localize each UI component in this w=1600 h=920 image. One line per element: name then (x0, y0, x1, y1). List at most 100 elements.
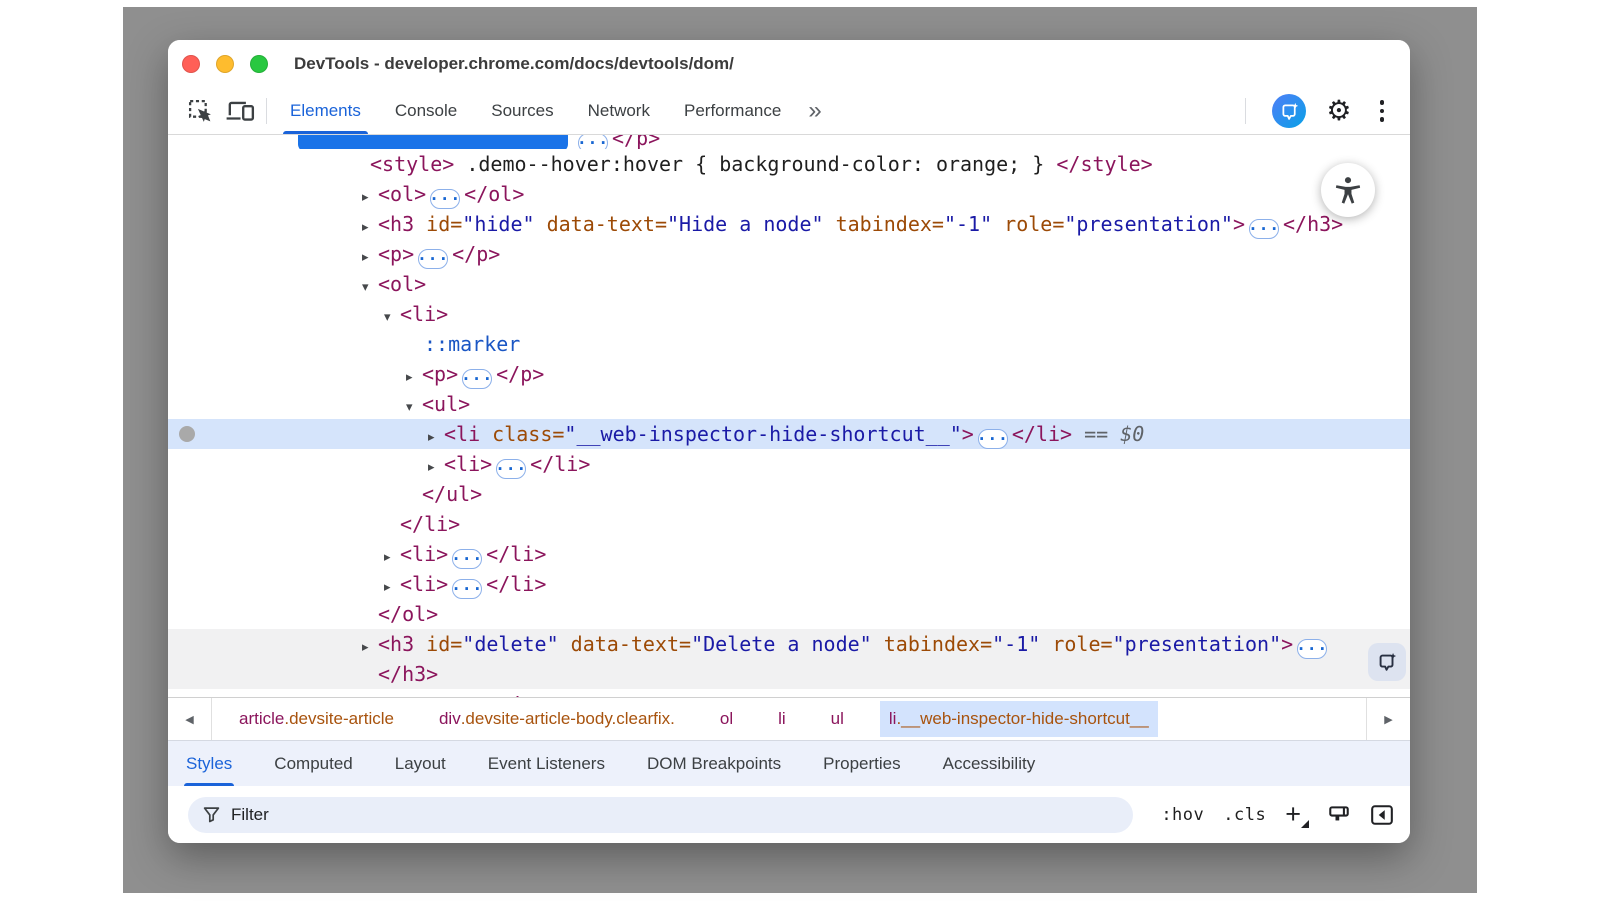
dom-tree-row[interactable]: ▸<li>···</li> (168, 539, 1410, 569)
ai-assistant-button[interactable] (1272, 94, 1306, 128)
breadcrumb-item[interactable]: div.devsite-article-body.clearfix. (430, 701, 684, 737)
code-segment: </li> (1012, 422, 1072, 446)
code-segment: </ol> (378, 602, 438, 626)
expand-arrow-icon[interactable]: ▸ (406, 692, 422, 697)
ellipsis-badge[interactable]: ··· (430, 189, 460, 209)
styles-filter-input[interactable]: Filter (188, 797, 1133, 833)
code-segment: </li> (486, 542, 546, 566)
ellipsis-badge[interactable]: ··· (496, 459, 526, 479)
toggle-hover-state-button[interactable]: :hov (1161, 805, 1204, 825)
ask-ai-hover-button[interactable] (1368, 643, 1406, 681)
ellipsis-badge[interactable]: ··· (418, 249, 448, 269)
code-segment: <li> (400, 542, 448, 566)
breadcrumb-scroll-right-button[interactable]: ▶ (1366, 698, 1410, 740)
ellipsis-badge[interactable]: ··· (578, 135, 608, 149)
sidebar-tab-computed[interactable]: Computed (274, 741, 352, 786)
dom-tree-row[interactable]: ▾<ul> (168, 389, 1410, 419)
code-segment: <h3 (378, 632, 414, 656)
breadcrumb-item[interactable]: li (769, 701, 795, 737)
dom-tree-row[interactable]: </h3> (168, 659, 1410, 689)
sidebar-tab-styles[interactable]: Styles (186, 741, 232, 786)
code-segment: role= (1040, 632, 1112, 656)
dom-tree-row[interactable]: ▸<p>···</p> (168, 239, 1410, 269)
sidebar-tab-layout[interactable]: Layout (395, 741, 446, 786)
dom-tree-row[interactable]: ▸<li class="__web-inspector-hide-shortcu… (168, 419, 1410, 449)
tab-console[interactable]: Console (378, 88, 474, 134)
expand-arrow-icon[interactable]: ▸ (384, 542, 400, 572)
device-toolbar-button[interactable] (220, 94, 260, 128)
dom-tree-row[interactable]: </li> (168, 509, 1410, 539)
dom-tree-row[interactable]: ::marker (168, 329, 1410, 359)
inspect-element-button[interactable] (180, 94, 220, 128)
code-segment: <ul> (422, 392, 470, 416)
expand-arrow-icon[interactable]: ▸ (362, 632, 378, 662)
zoom-window-button[interactable] (250, 55, 268, 73)
ellipsis-badge[interactable]: ··· (1249, 219, 1279, 239)
expand-arrow-icon[interactable]: ▸ (428, 452, 444, 482)
tab-elements[interactable]: Elements (273, 88, 378, 134)
toggle-classes-button[interactable]: .cls (1223, 805, 1266, 825)
dom-tree-row[interactable]: ▾<li> (168, 299, 1410, 329)
breadcrumb-part: .devsite-article (284, 709, 394, 729)
breadcrumb-part: div (439, 709, 461, 729)
tab-sources[interactable]: Sources (474, 88, 570, 134)
breadcrumb-scroll-left-button[interactable]: ◀ (168, 698, 212, 740)
dom-tree-row[interactable]: ▸<li>···</li> (168, 449, 1410, 479)
code-segment: > (1281, 632, 1293, 656)
dom-tree[interactable]: ···</p><style> .demo--hover:hover { back… (168, 135, 1410, 697)
collapse-arrow-icon[interactable]: ▾ (406, 392, 422, 422)
dom-tree-row[interactable]: ▸<h3 id="hide" data-text="Hide a node" t… (168, 209, 1410, 239)
sidebar-tab-event-listeners[interactable]: Event Listeners (488, 741, 605, 786)
tab-performance[interactable]: Performance (667, 88, 798, 134)
expand-arrow-icon[interactable]: ▸ (362, 212, 378, 242)
expand-arrow-icon[interactable]: ▸ (362, 182, 378, 212)
sidebar-tab-properties[interactable]: Properties (823, 741, 900, 786)
collapse-arrow-icon[interactable]: ▾ (362, 272, 378, 302)
settings-button[interactable]: ⚙ (1326, 97, 1351, 125)
dom-tree-row[interactable]: ···</p> (168, 135, 1410, 149)
expand-arrow-icon[interactable]: ▸ (406, 362, 422, 392)
breadcrumb-item[interactable]: li.__web-inspector-hide-shortcut__ (880, 701, 1158, 737)
dock-side-button[interactable] (1370, 804, 1394, 826)
code-segment: <ol> (378, 272, 426, 296)
expand-arrow-icon[interactable]: ▸ (428, 422, 444, 452)
ellipsis-badge[interactable]: ··· (978, 429, 1008, 449)
ellipsis-badge[interactable]: ··· (452, 579, 482, 599)
dom-tree-row[interactable]: ▸<p>···</p> (168, 359, 1410, 389)
breadcrumb: ◀ article.devsite-articlediv.devsite-art… (168, 697, 1410, 740)
brush-button[interactable] (1327, 803, 1351, 827)
breadcrumb-item[interactable]: article.devsite-article (230, 701, 403, 737)
code-segment: "__web-inspector-hide-shortcut__" (564, 422, 961, 446)
minimize-window-button[interactable] (216, 55, 234, 73)
ellipsis-badge[interactable]: ··· (462, 369, 492, 389)
breadcrumb-item[interactable]: ul (822, 701, 853, 737)
code-segment: <style> (370, 152, 454, 176)
tab-network[interactable]: Network (571, 88, 667, 134)
dom-tree-row[interactable]: ▸<p>···</p> (168, 689, 1410, 697)
styles-filter-bar: Filter :hov .cls + (168, 786, 1410, 843)
dom-tree-row[interactable]: <style> .demo--hover:hover { background-… (168, 149, 1410, 179)
dom-tree-row[interactable]: </ul> (168, 479, 1410, 509)
new-style-rule-button[interactable]: + (1285, 801, 1308, 828)
dom-tree-row[interactable]: ▸<h3 id="delete" data-text="Delete a nod… (168, 629, 1410, 659)
collapse-arrow-icon[interactable]: ▾ (384, 302, 400, 332)
code-segment: tabindex= (824, 212, 944, 236)
more-tabs-button[interactable]: » (798, 97, 831, 125)
breadcrumb-item[interactable]: ol (711, 701, 742, 737)
dom-tree-row[interactable]: ▸<li>···</li> (168, 569, 1410, 599)
expand-arrow-icon[interactable]: ▸ (384, 572, 400, 602)
kebab-menu-button[interactable] (1372, 96, 1393, 126)
sidebar-tab-dom-breakpoints[interactable]: DOM Breakpoints (647, 741, 781, 786)
expand-arrow-icon[interactable]: ▸ (362, 242, 378, 272)
code-segment: data-text= (535, 212, 667, 236)
dom-tree-row[interactable]: ▸<ol>···</ol> (168, 179, 1410, 209)
close-window-button[interactable] (182, 55, 200, 73)
code-segment: > (1233, 212, 1245, 236)
selection-highlight (298, 135, 568, 149)
ellipsis-badge[interactable]: ··· (1297, 639, 1327, 659)
dom-tree-row[interactable]: ▾<ol> (168, 269, 1410, 299)
ellipsis-badge[interactable]: ··· (452, 549, 482, 569)
accessibility-floating-button[interactable] (1321, 163, 1375, 217)
dom-tree-row[interactable]: </ol> (168, 599, 1410, 629)
sidebar-tab-accessibility[interactable]: Accessibility (943, 741, 1036, 786)
